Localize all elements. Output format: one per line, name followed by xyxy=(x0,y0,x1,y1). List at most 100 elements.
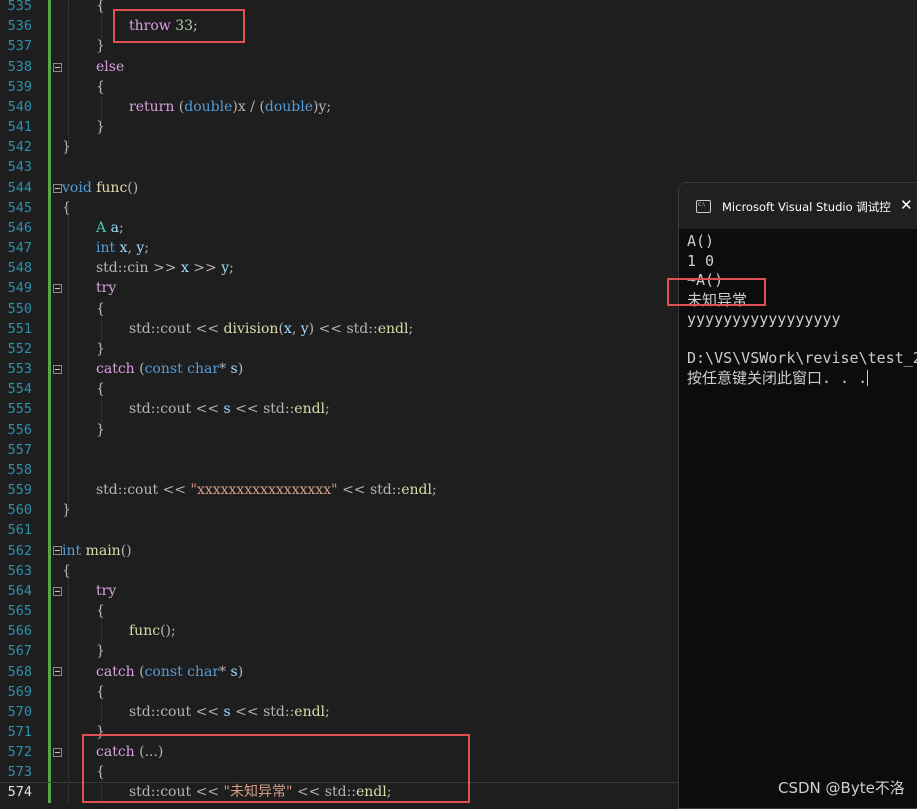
code-token: () xyxy=(120,543,132,559)
line-number: 554 xyxy=(7,381,32,397)
code-token: << xyxy=(158,482,191,498)
line-number: 562 xyxy=(7,543,32,559)
code-token: ) xyxy=(237,361,244,377)
line-number: 568 xyxy=(7,664,32,680)
code-token: cout xyxy=(160,321,192,337)
line-number: 535 xyxy=(7,0,32,14)
code-token: A xyxy=(96,220,107,236)
code-token: (); xyxy=(160,623,176,639)
code-token: { xyxy=(96,0,105,14)
code-token: ; xyxy=(326,99,332,115)
code-token: { xyxy=(62,200,71,216)
line-number: 569 xyxy=(7,684,32,700)
code-token: << xyxy=(337,482,370,498)
highlight-box-throw xyxy=(113,9,245,43)
code-token: { xyxy=(96,684,105,700)
code-token: } xyxy=(96,119,105,135)
watermark: CSDN @Byte不洛 xyxy=(778,779,905,797)
line-number: 538 xyxy=(7,59,32,75)
code-token: ; xyxy=(325,704,330,720)
line-number: 547 xyxy=(7,240,32,256)
code-line[interactable]: 542 } xyxy=(0,137,917,157)
code-token: :: xyxy=(150,321,161,337)
code-token: x xyxy=(237,99,246,115)
line-number: 556 xyxy=(7,422,32,438)
code-token: >> xyxy=(188,260,222,276)
line-number: 563 xyxy=(7,563,32,579)
code-token: s xyxy=(223,401,231,417)
code-token: () xyxy=(127,180,139,196)
code-line[interactable]: 540 return (double)x / (double)y; xyxy=(0,97,917,117)
code-token: int xyxy=(96,240,116,256)
code-line[interactable]: 541 } xyxy=(0,117,917,137)
line-number: 548 xyxy=(7,260,32,276)
code-token: * xyxy=(219,361,231,377)
code-token: return xyxy=(129,99,175,115)
code-token: } xyxy=(62,139,71,155)
code-token: s xyxy=(230,664,238,680)
code-token: << xyxy=(191,321,224,337)
code-token: << xyxy=(230,704,264,720)
line-number: 564 xyxy=(7,583,32,599)
code-token: std xyxy=(129,401,151,417)
line-number: 542 xyxy=(7,139,32,155)
code-token: const xyxy=(144,361,183,377)
code-token: :: xyxy=(368,321,378,337)
code-token: } xyxy=(62,502,71,518)
line-number: 560 xyxy=(7,502,32,518)
code-token: std xyxy=(129,704,151,720)
code-token: try xyxy=(96,280,117,296)
code-token: * xyxy=(219,664,231,680)
code-line[interactable]: 543 xyxy=(0,157,917,177)
code-token: :: xyxy=(284,704,295,720)
code-token: std xyxy=(370,482,392,498)
console-titlebar[interactable]: Microsoft Visual Studio 调试控 ✕ xyxy=(679,183,917,229)
line-number: 555 xyxy=(7,401,32,417)
code-line[interactable]: 538 else xyxy=(0,57,917,77)
code-token: { xyxy=(96,603,105,619)
code-token: cout xyxy=(160,704,192,720)
code-token: { xyxy=(96,381,105,397)
code-token: :: xyxy=(117,482,128,498)
code-token: cin xyxy=(127,260,149,276)
line-number: 539 xyxy=(7,79,32,95)
code-token: double xyxy=(264,99,314,115)
code-token: / ( xyxy=(245,99,265,115)
line-number: 553 xyxy=(7,361,32,377)
code-token: endl xyxy=(294,401,326,417)
code-token: ( xyxy=(134,664,145,680)
line-number: 566 xyxy=(7,623,32,639)
line-number: 540 xyxy=(7,99,32,115)
code-token: } xyxy=(96,643,105,659)
line-number: 561 xyxy=(7,522,32,538)
line-number: 544 xyxy=(7,180,32,196)
text-cursor xyxy=(867,370,869,386)
code-token: { xyxy=(96,301,105,317)
console-output[interactable]: A() 1 0 ~A() 未知异常 yyyyyyyyyyyyyyyyy D:\V… xyxy=(687,232,917,388)
line-number: 571 xyxy=(7,724,32,740)
line-number: 559 xyxy=(7,482,32,498)
line-number: 543 xyxy=(7,159,32,175)
line-number: 552 xyxy=(7,341,32,357)
code-token: { xyxy=(62,563,71,579)
code-token: division xyxy=(223,321,279,337)
code-token: y xyxy=(300,321,309,337)
line-number: 573 xyxy=(7,764,32,780)
code-token: catch xyxy=(96,664,135,680)
line-number: 574 xyxy=(7,784,32,800)
code-token: y xyxy=(221,260,230,276)
console-line: 1 0 xyxy=(687,251,715,270)
code-token: main xyxy=(85,543,121,559)
code-token: << xyxy=(230,401,264,417)
line-number: 572 xyxy=(7,744,32,760)
code-token: endl xyxy=(401,482,432,498)
code-token: double xyxy=(184,99,233,115)
code-token: :: xyxy=(150,704,161,720)
code-token: std xyxy=(96,260,118,276)
code-line[interactable]: 539 { xyxy=(0,77,917,97)
code-token: func xyxy=(129,623,161,639)
debug-console-window[interactable]: Microsoft Visual Studio 调试控 ✕ A() 1 0 ~A… xyxy=(678,182,917,809)
code-token: else xyxy=(96,59,125,75)
close-button[interactable]: ✕ xyxy=(900,196,913,214)
code-token: { xyxy=(96,79,105,95)
